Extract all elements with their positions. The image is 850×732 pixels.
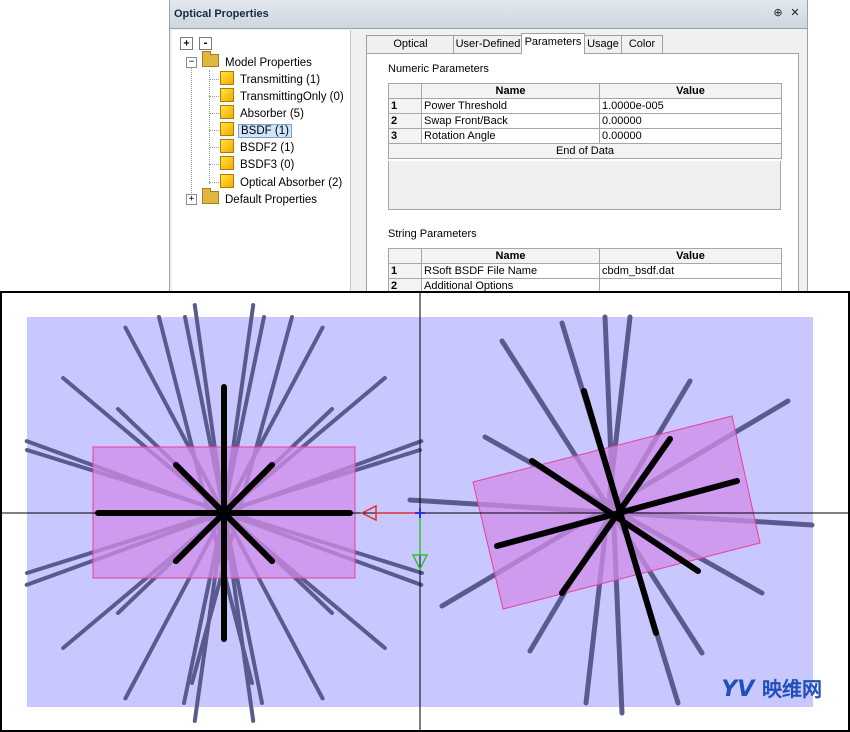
property-icon	[220, 88, 234, 102]
property-tree: + - − Model Properties Transmitting (1) …	[172, 30, 351, 292]
tree-connector	[209, 130, 219, 131]
collapse-expander[interactable]: −	[186, 57, 197, 68]
tree-node-label: Model Properties	[225, 57, 312, 69]
tree-item-label: Transmitting (1)	[240, 74, 321, 86]
tree-item-label: Optical Absorber (2)	[240, 177, 343, 189]
tree-connector	[209, 164, 219, 165]
grid-corner	[388, 248, 422, 264]
property-icon	[220, 122, 234, 136]
optical-properties-panel: Optical Properties ⊕ ✕ + - − Model Prope…	[169, 0, 808, 292]
numeric-parameters-label: Numeric Parameters	[388, 63, 489, 75]
string-parameters-label: String Parameters	[388, 228, 477, 240]
param-value-cell[interactable]: 0.00000	[599, 128, 782, 144]
property-icon	[220, 174, 234, 188]
tree-connector	[209, 113, 219, 114]
property-icon	[220, 71, 234, 85]
tab-parameters[interactable]: Parameters	[521, 33, 585, 54]
tree-connector	[209, 147, 219, 148]
grid-empty-area	[388, 161, 781, 210]
watermark-text: 映维网	[762, 677, 822, 701]
parameters-tab-body: Numeric Parameters Name Value 1 Power Th…	[366, 53, 799, 292]
grid-header-row: Name Value	[388, 83, 782, 99]
tree-item-label: TransmittingOnly (0)	[240, 91, 344, 103]
column-header-value[interactable]: Value	[599, 83, 782, 99]
expand-expander[interactable]: +	[186, 194, 197, 205]
collapse-all-button[interactable]: -	[199, 37, 212, 50]
expand-all-button[interactable]: +	[180, 37, 193, 50]
param-name-cell[interactable]: Swap Front/Back	[421, 113, 600, 129]
param-name-cell[interactable]: Rotation Angle	[421, 128, 600, 144]
tab-usage[interactable]: Usage	[583, 35, 623, 53]
tab-color[interactable]: Color	[621, 35, 663, 53]
pin-icon[interactable]: ⊕	[771, 6, 785, 20]
column-header-value[interactable]: Value	[599, 248, 782, 264]
grid-corner	[388, 83, 422, 99]
table-row[interactable]: 2 Additional Options	[388, 278, 782, 292]
numeric-parameters-grid[interactable]: Name Value 1 Power Threshold 1.0000e-005…	[388, 83, 782, 159]
property-icon	[220, 105, 234, 119]
param-name-cell[interactable]: RSoft BSDF File Name	[421, 263, 600, 279]
tree-connector	[209, 79, 219, 80]
close-icon[interactable]: ✕	[788, 6, 802, 20]
tree-item-label: BSDF (1)	[238, 124, 292, 138]
row-number: 3	[388, 128, 422, 144]
tree-item-label: BSDF2 (1)	[240, 142, 295, 154]
ray-trace-scene	[2, 293, 848, 730]
param-name-cell[interactable]: Power Threshold	[421, 98, 600, 114]
end-of-data-label: End of Data	[388, 143, 782, 159]
property-icon	[220, 139, 234, 153]
table-row[interactable]: 1 RSoft BSDF File Name cbdm_bsdf.dat	[388, 263, 782, 279]
tree-item-label: Absorber (5)	[240, 108, 304, 120]
panel-title: Optical Properties	[174, 8, 269, 20]
grid-header-row: Name Value	[388, 248, 782, 264]
table-row[interactable]: 2 Swap Front/Back 0.00000	[388, 113, 782, 129]
watermark-brand: YV	[721, 677, 755, 702]
table-row[interactable]: 1 Power Threshold 1.0000e-005	[388, 98, 782, 114]
tree-connector	[209, 70, 210, 184]
folder-icon	[202, 188, 219, 204]
tree-connector	[209, 182, 219, 183]
row-number: 2	[388, 278, 422, 292]
param-value-cell[interactable]: 0.00000	[599, 113, 782, 129]
table-row[interactable]: 3 Rotation Angle 0.00000	[388, 128, 782, 144]
tree-node-label: Default Properties	[225, 194, 318, 206]
param-value-cell[interactable]	[599, 278, 782, 292]
param-name-cell[interactable]: Additional Options	[421, 278, 600, 292]
panel-titlebar: Optical Properties ⊕ ✕	[170, 0, 807, 29]
3d-viewport[interactable]: YV 映维网	[0, 291, 850, 732]
tree-connector	[191, 66, 192, 201]
column-header-name[interactable]: Name	[421, 248, 600, 264]
row-number: 2	[388, 113, 422, 129]
tree-item-label: BSDF3 (0)	[240, 159, 295, 171]
string-parameters-grid[interactable]: Name Value 1 RSoft BSDF File Name cbdm_b…	[388, 248, 782, 292]
param-value-cell[interactable]: cbdm_bsdf.dat	[599, 263, 782, 279]
property-icon	[220, 156, 234, 170]
row-number: 1	[388, 263, 422, 279]
row-number: 1	[388, 98, 422, 114]
column-header-name[interactable]: Name	[421, 83, 600, 99]
tree-connector	[209, 96, 219, 97]
end-of-data-row: End of Data	[388, 143, 782, 159]
tab-user-defined[interactable]: User-Defined	[453, 35, 523, 53]
tab-optical-properties[interactable]: Optical Properties	[366, 35, 455, 67]
folder-icon	[202, 51, 219, 67]
param-value-cell[interactable]: 1.0000e-005	[599, 98, 782, 114]
watermark-logo: YV 映维网	[721, 673, 822, 702]
